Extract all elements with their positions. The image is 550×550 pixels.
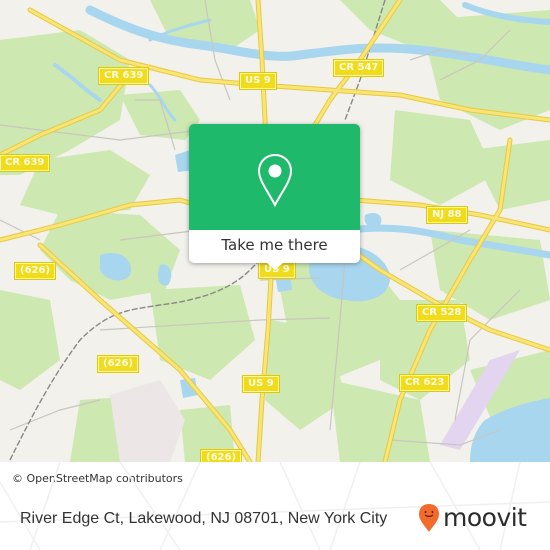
road-label-626: (626) xyxy=(96,355,140,373)
moovit-wordmark: moovit xyxy=(443,503,527,532)
popup-header xyxy=(189,124,360,230)
road-label-626: (626) xyxy=(199,449,243,462)
road-label-cr623: CR 623 xyxy=(398,374,451,392)
map-pin-icon xyxy=(257,153,293,208)
road-label-cr528: CR 528 xyxy=(415,304,468,322)
road-label-nj88: NJ 88 xyxy=(426,206,468,224)
moovit-pin-icon xyxy=(419,504,439,532)
road-label-cr639: CR 639 xyxy=(0,154,51,172)
road-label-us9: US 9 xyxy=(239,72,277,90)
moovit-logo[interactable]: moovit xyxy=(418,503,527,533)
take-me-there-button[interactable]: Take me there xyxy=(189,230,360,263)
map-canvas[interactable]: CR 639 US 9 CR 547 CR 639 NJ 88 (626) US… xyxy=(0,0,550,462)
popup-pointer xyxy=(266,262,284,270)
address-text: River Edge Ct, Lakewood, NJ 08701, New Y… xyxy=(20,510,388,527)
road-label-us9: US 9 xyxy=(242,375,280,393)
urban-area xyxy=(110,380,185,462)
road-label-cr639: CR 639 xyxy=(97,67,150,85)
road-label-626: (626) xyxy=(13,262,57,280)
location-popup: Take me there xyxy=(189,124,360,270)
road-label-cr547: CR 547 xyxy=(332,59,385,77)
